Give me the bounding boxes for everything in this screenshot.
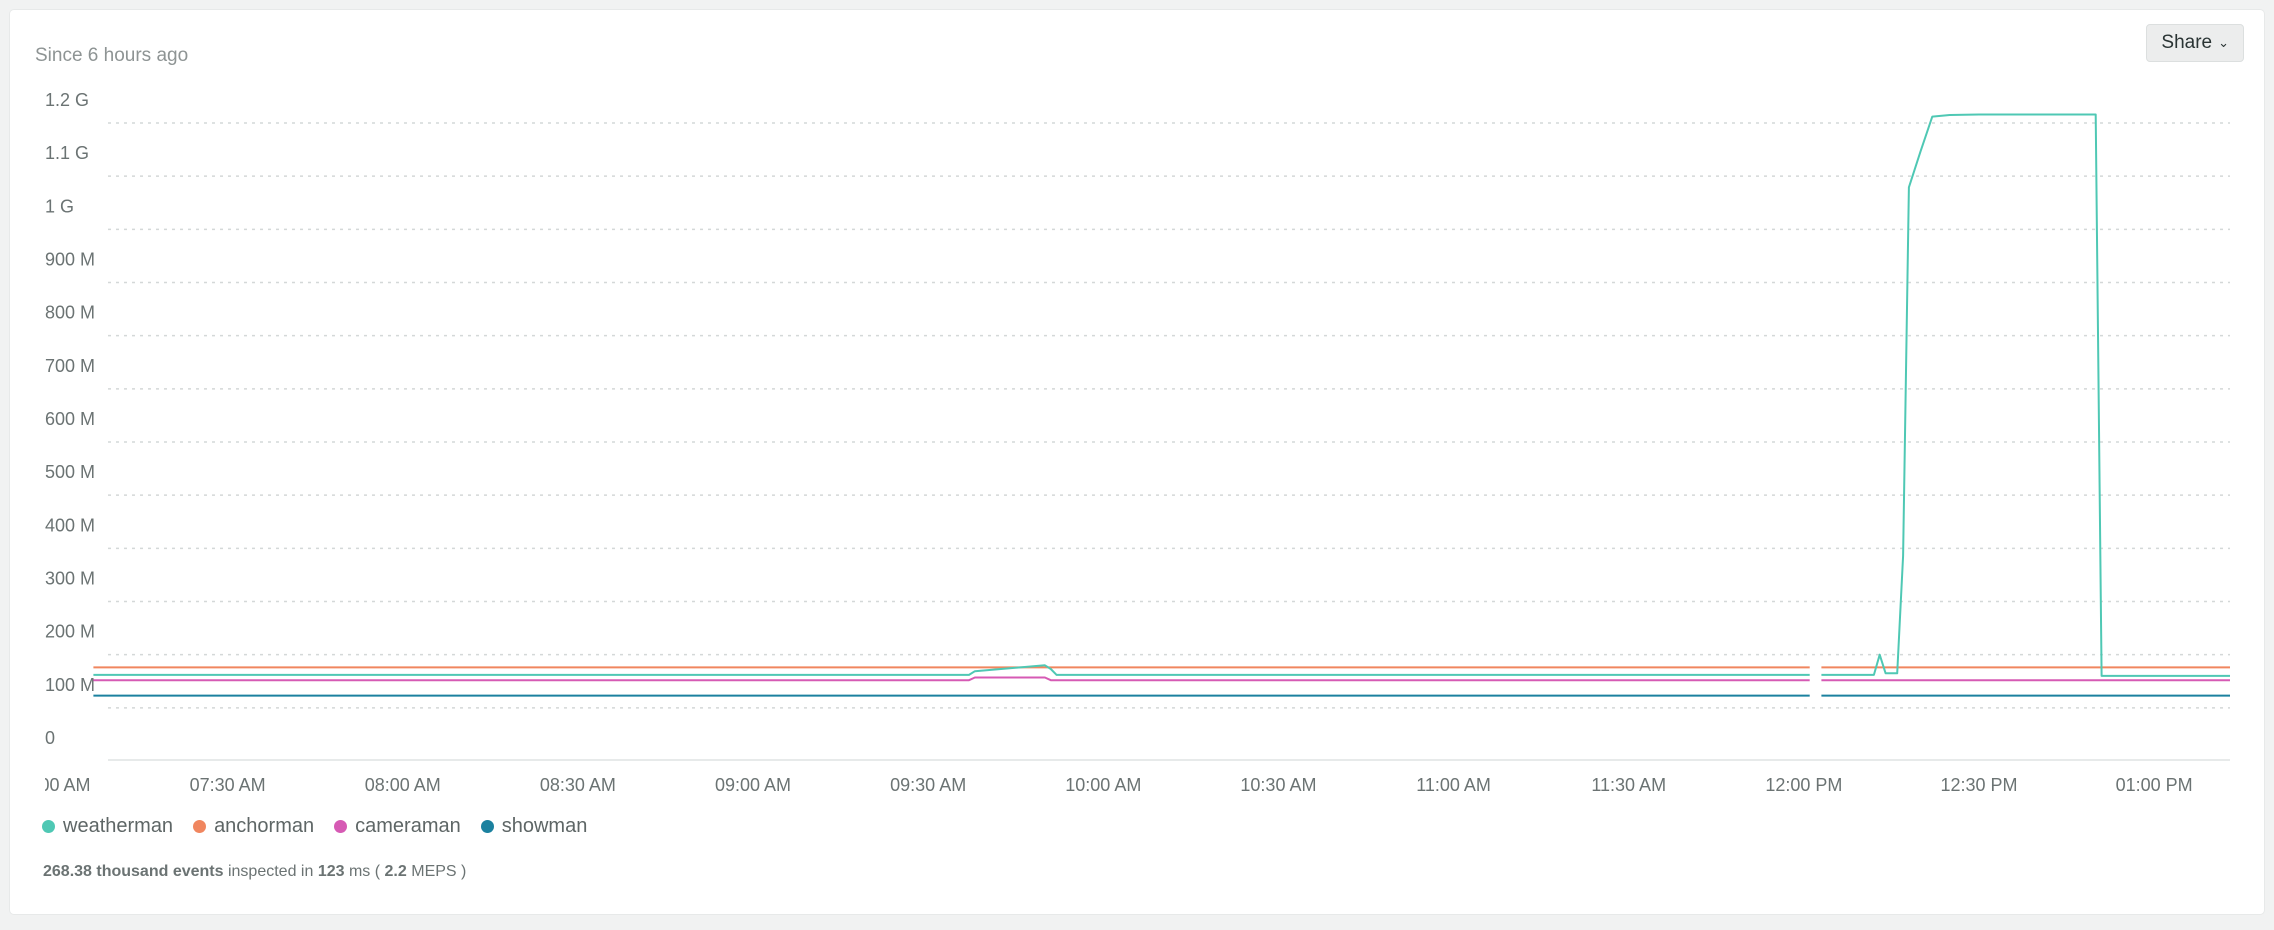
x-tick-label: 08:30 AM: [540, 775, 616, 795]
x-tick-label: 09:00 AM: [715, 775, 791, 795]
x-tick-label: 11:30 AM: [1591, 775, 1666, 795]
x-tick-label: 01:00 PM: [2116, 775, 2193, 795]
series-line-weatherman: [1821, 113, 2230, 677]
y-tick-label: 300 M: [45, 569, 95, 589]
y-tick-label: 500 M: [45, 462, 95, 482]
chart-grid: [108, 122, 2230, 761]
legend-dot-icon: [42, 820, 55, 833]
meps-value: 2.2: [384, 863, 407, 880]
ms-label: ms (: [348, 863, 381, 880]
series-line-cameraman: [93, 676, 1810, 682]
x-tick-label: 12:00 PM: [1765, 775, 1842, 795]
y-tick-label: 900 M: [45, 250, 95, 270]
x-axis: 07:00 AM 07:30 AM 08:00 AM 08:30 AM 09:00 AM…: [14, 775, 2193, 795]
x-tick-label: 08:00 AM: [365, 775, 441, 795]
inspected-label: inspected in: [227, 863, 314, 880]
y-tick-label: 600 M: [45, 409, 95, 429]
chart-legend: weatherman anchorman cameraman showman: [42, 815, 587, 838]
y-tick-label: 200 M: [45, 622, 95, 642]
y-tick-label: 100 M: [45, 675, 95, 695]
legend-label: anchorman: [214, 815, 315, 837]
y-axis: 0 100 M 200 M 300 M 400 M 500 M 600 M 700 M 800 …: [45, 90, 95, 748]
legend-item-cameraman[interactable]: cameraman: [334, 815, 461, 838]
legend-label: showman: [501, 815, 588, 837]
legend-item-weatherman[interactable]: weatherman: [42, 815, 173, 838]
x-tick-label: 12:30 PM: [1940, 775, 2017, 795]
x-tick-label: 07:30 AM: [190, 775, 266, 795]
x-tick-label: 07:00 AM: [14, 775, 90, 795]
ms-value: 123: [317, 863, 345, 880]
y-tick-label: 1.1 G: [45, 143, 89, 163]
legend-item-showman[interactable]: showman: [480, 815, 588, 838]
events-count: 268.38 thousand events: [43, 863, 224, 880]
legend-dot-icon: [334, 820, 348, 833]
legend-label: weatherman: [63, 815, 174, 837]
y-tick-label: 1 G: [45, 196, 74, 216]
x-tick-label: 10:30 AM: [1240, 775, 1316, 795]
x-tick-label: 09:30 AM: [890, 775, 966, 795]
plot-area: [93, 113, 2230, 697]
y-tick-label: 800 M: [45, 303, 95, 323]
y-tick-label: 0: [45, 728, 55, 748]
y-tick-label: 400 M: [45, 515, 95, 535]
query-stats: 268.38 thousand events inspected in 123 …: [43, 863, 466, 881]
legend-dot-icon: [193, 820, 207, 833]
x-tick-label: 11:00 AM: [1416, 775, 1491, 795]
line-chart: 0 100 M 200 M 300 M 400 M 500 M 600 M 700 M 800 …: [14, 90, 2230, 795]
y-tick-label: 1.2 G: [45, 90, 89, 110]
legend-dot-icon: [480, 820, 494, 833]
legend-item-anchorman[interactable]: anchorman: [193, 815, 314, 838]
x-tick-label: 10:00 AM: [1065, 775, 1141, 795]
meps-label: MEPS ): [411, 863, 467, 880]
legend-label: cameraman: [355, 815, 461, 837]
y-tick-label: 700 M: [45, 356, 95, 376]
